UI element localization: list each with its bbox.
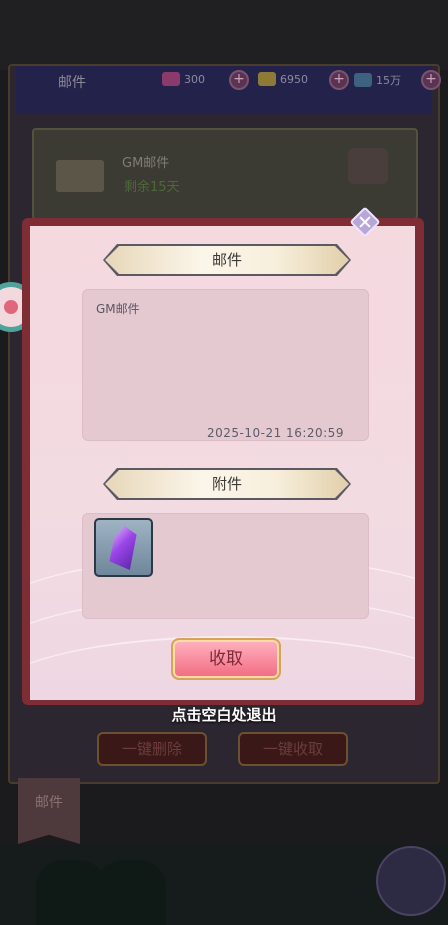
book-icon xyxy=(354,73,372,87)
add-book-button[interactable]: + xyxy=(421,70,441,90)
add-gold-button[interactable]: + xyxy=(329,70,349,90)
gold-amount: 6950 xyxy=(280,72,308,86)
delete-all-button[interactable]: 一键删除 xyxy=(97,732,207,766)
mail-list-title: GM邮件 xyxy=(122,156,170,171)
gold-icon xyxy=(258,72,276,86)
book-amount: 15万 xyxy=(376,74,401,87)
mail-title: GM邮件 xyxy=(96,302,140,316)
envelope-icon xyxy=(56,160,104,192)
mail-list-remaining: 剩余15天 xyxy=(124,180,180,195)
collect-all-button[interactable]: 一键收取 xyxy=(238,732,348,766)
gem-icon xyxy=(162,72,180,86)
crystal-icon xyxy=(109,526,137,570)
exit-hint: 点击空白处退出 xyxy=(171,706,277,724)
resource-gem: 300 xyxy=(162,72,205,86)
mail-window-title: 邮件 xyxy=(58,75,86,91)
gem-amount: 300 xyxy=(184,72,205,86)
attachment-header: 附件 xyxy=(105,470,349,498)
mail-header: 邮件 xyxy=(105,246,349,274)
tab-mail[interactable]: 邮件 xyxy=(18,778,80,844)
attachment-item-slot[interactable] xyxy=(94,518,153,577)
resource-gold: 6950 xyxy=(258,72,308,86)
return-button[interactable] xyxy=(376,846,446,916)
top-bar xyxy=(0,0,448,70)
mail-date: 2025-10-21 16:20:59 xyxy=(207,426,344,440)
collect-button[interactable]: 收取 xyxy=(171,638,281,680)
resource-book: 15万 xyxy=(354,72,401,88)
tree-icon xyxy=(96,860,166,925)
sender-avatar xyxy=(348,148,388,184)
add-gem-button[interactable]: + xyxy=(229,70,249,90)
